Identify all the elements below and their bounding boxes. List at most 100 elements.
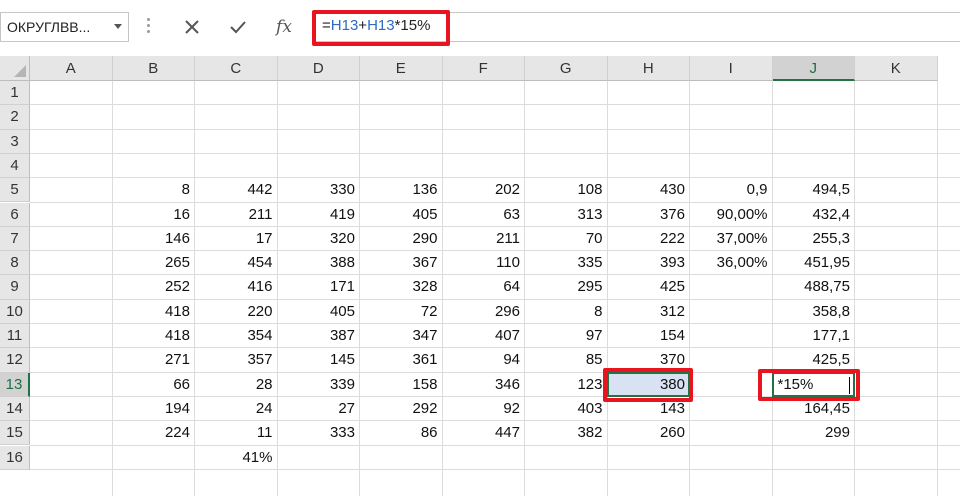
row-header-4[interactable]: 4 — [0, 153, 30, 179]
column-header-i[interactable]: I — [690, 56, 773, 81]
cell-g11[interactable]: 97 — [525, 324, 608, 348]
cell-d14[interactable]: 27 — [278, 397, 361, 421]
cell-e8[interactable]: 367 — [360, 251, 443, 275]
cell-f10[interactable]: 296 — [443, 300, 526, 324]
column-header-j[interactable]: J — [772, 56, 855, 81]
enter-button[interactable] — [218, 12, 258, 42]
formula-bar-grip-icon[interactable] — [147, 18, 150, 38]
cell-f15[interactable]: 447 — [443, 421, 526, 445]
cell-b10[interactable]: 418 — [113, 300, 196, 324]
cell-i5[interactable]: 0,9 — [690, 178, 773, 202]
cell-h6[interactable]: 376 — [608, 203, 691, 227]
cell-e14[interactable]: 292 — [360, 397, 443, 421]
cell-d13[interactable]: 339 — [278, 373, 361, 397]
column-header-f[interactable]: F — [442, 56, 525, 81]
cell-f8[interactable]: 110 — [443, 251, 526, 275]
cell-c16[interactable]: 41% — [195, 446, 278, 470]
cell-e11[interactable]: 347 — [360, 324, 443, 348]
cell-g7[interactable]: 70 — [525, 227, 608, 251]
column-header-e[interactable]: E — [360, 56, 443, 81]
cell-f13[interactable]: 346 — [443, 373, 526, 397]
cell-e10[interactable]: 72 — [360, 300, 443, 324]
cell-d9[interactable]: 171 — [278, 275, 361, 299]
cell-i6[interactable]: 90,00% — [690, 203, 773, 227]
cell-j11[interactable]: 177,1 — [773, 324, 856, 348]
cell-d5[interactable]: 330 — [278, 178, 361, 202]
spreadsheet-grid[interactable]: A B C D E F G H I J K 1 2 3 4 5 6 7 8 9 10 11 12 13 14 15 16 8 442 33… — [0, 56, 960, 496]
cell-h9[interactable]: 425 — [608, 275, 691, 299]
cell-e15[interactable]: 86 — [360, 421, 443, 445]
cell-d11[interactable]: 387 — [278, 324, 361, 348]
cell-h15[interactable]: 260 — [608, 421, 691, 445]
cell-c14[interactable]: 24 — [195, 397, 278, 421]
cell-c9[interactable]: 416 — [195, 275, 278, 299]
cell-c13[interactable]: 28 — [195, 373, 278, 397]
cell-f14[interactable]: 92 — [443, 397, 526, 421]
cell-f6[interactable]: 63 — [443, 203, 526, 227]
cell-c8[interactable]: 454 — [195, 251, 278, 275]
cell-c10[interactable]: 220 — [195, 300, 278, 324]
cell-b5[interactable]: 8 — [113, 178, 196, 202]
cell-j9[interactable]: 488,75 — [773, 275, 856, 299]
cell-c12[interactable]: 357 — [195, 348, 278, 372]
name-box-dropdown-icon[interactable] — [114, 24, 122, 29]
row-header-11[interactable]: 11 — [0, 324, 30, 349]
cell-j10[interactable]: 358,8 — [773, 300, 856, 324]
cell-e12[interactable]: 361 — [360, 348, 443, 372]
row-header-14[interactable]: 14 — [0, 396, 30, 422]
row-header-8[interactable]: 8 — [0, 251, 30, 276]
cell-d8[interactable]: 388 — [278, 251, 361, 275]
cell-j6[interactable]: 432,4 — [773, 203, 856, 227]
cell-c5[interactable]: 442 — [195, 178, 278, 202]
cell-f9[interactable]: 64 — [443, 275, 526, 299]
cell-g8[interactable]: 335 — [525, 251, 608, 275]
cell-d12[interactable]: 145 — [278, 348, 361, 372]
cell-j15[interactable]: 299 — [773, 421, 856, 445]
cell-b9[interactable]: 252 — [113, 275, 196, 299]
cell-c15[interactable]: 11 — [195, 421, 278, 445]
cell-c11[interactable]: 354 — [195, 324, 278, 348]
row-header-13[interactable]: 13 — [0, 372, 30, 397]
row-header-2[interactable]: 2 — [0, 105, 30, 130]
cell-e7[interactable]: 290 — [360, 227, 443, 251]
row-header-9[interactable]: 9 — [0, 275, 30, 300]
cell-b8[interactable]: 265 — [113, 251, 196, 275]
cell-e6[interactable]: 405 — [360, 203, 443, 227]
cell-g15[interactable]: 382 — [525, 421, 608, 445]
cell-h8[interactable]: 393 — [608, 251, 691, 275]
column-header-c[interactable]: C — [195, 56, 278, 81]
cell-b11[interactable]: 418 — [113, 324, 196, 348]
cell-g12[interactable]: 85 — [525, 348, 608, 372]
cell-g9[interactable]: 295 — [525, 275, 608, 299]
cell-e13[interactable]: 158 — [360, 373, 443, 397]
cell-c6[interactable]: 211 — [195, 203, 278, 227]
cell-j8[interactable]: 451,95 — [773, 251, 856, 275]
cell-d6[interactable]: 419 — [278, 203, 361, 227]
cell-e9[interactable]: 328 — [360, 275, 443, 299]
column-header-b[interactable]: B — [112, 56, 195, 81]
cell-g13[interactable]: 123 — [525, 373, 608, 397]
cell-h10[interactable]: 312 — [608, 300, 691, 324]
cell-f11[interactable]: 407 — [443, 324, 526, 348]
cell-b15[interactable]: 224 — [113, 421, 196, 445]
row-header-1[interactable]: 1 — [0, 81, 30, 106]
cell-g14[interactable]: 403 — [525, 397, 608, 421]
cell-j5[interactable]: 494,5 — [773, 178, 856, 202]
column-header-k[interactable]: K — [855, 56, 938, 81]
cell-g6[interactable]: 313 — [525, 203, 608, 227]
cell-h11[interactable]: 154 — [608, 324, 691, 348]
cancel-button[interactable] — [172, 12, 212, 42]
row-header-10[interactable]: 10 — [0, 299, 30, 324]
cell-d10[interactable]: 405 — [278, 300, 361, 324]
cell-d15[interactable]: 333 — [278, 421, 361, 445]
cell-j7[interactable]: 255,3 — [773, 227, 856, 251]
cell-h5[interactable]: 430 — [608, 178, 691, 202]
cell-i8[interactable]: 36,00% — [690, 251, 773, 275]
cell-i7[interactable]: 37,00% — [690, 227, 773, 251]
select-all-corner[interactable] — [0, 56, 30, 81]
cell-g10[interactable]: 8 — [525, 300, 608, 324]
column-header-d[interactable]: D — [277, 56, 360, 81]
row-header-12[interactable]: 12 — [0, 348, 30, 373]
cell-g5[interactable]: 108 — [525, 178, 608, 202]
cell-d7[interactable]: 320 — [278, 227, 361, 251]
